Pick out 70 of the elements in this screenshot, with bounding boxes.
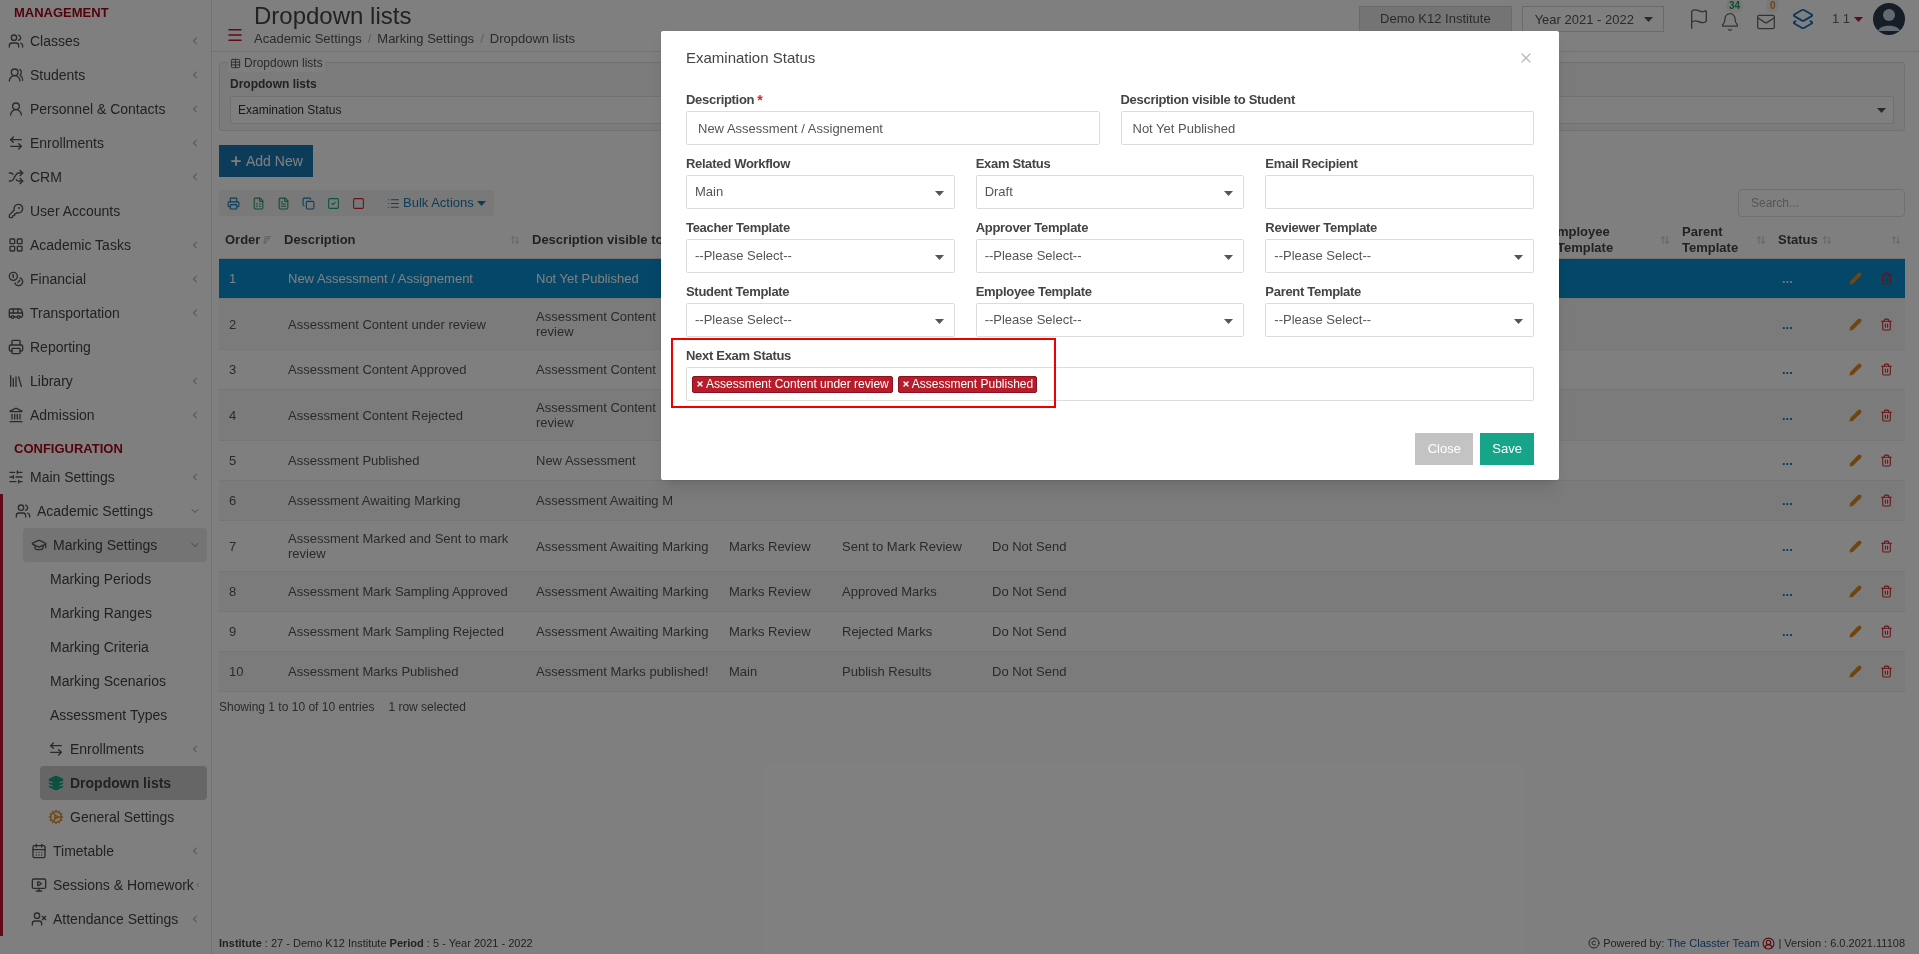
- table-cell: 4: [229, 407, 237, 423]
- field-label: Exam Status: [975, 155, 1051, 174]
- table-cell: Assessment Content Rejected: [288, 407, 463, 423]
- table-cell: Assessment Marks Published: [288, 664, 459, 679]
- table-cell: Do Not Send: [992, 664, 1067, 679]
- table-cell: Rejected Marks: [842, 624, 933, 639]
- table-cell: Publish Results: [842, 664, 932, 679]
- table-cell-text: Assessment Marked and Sent to mark review: [288, 531, 510, 561]
- field-label: Approver Template: [975, 219, 1089, 238]
- field-label: Description: [686, 91, 755, 110]
- field-label: Related Workflow: [686, 155, 791, 174]
- table-cell: 6: [229, 493, 237, 508]
- table-cell: 3: [229, 362, 237, 377]
- table-cell: Assessment Content Approved: [288, 362, 467, 377]
- table-cell: New Assessment: [536, 453, 636, 468]
- breadcrumb-separator: /: [480, 30, 484, 48]
- field-label: Employee Template: [975, 283, 1092, 302]
- field-label: Reviewer Template: [1265, 219, 1378, 238]
- powered-by-text: Powered by:: [1603, 935, 1665, 951]
- breadcrumb-separator: /: [367, 30, 372, 48]
- table-cell: Assessment Awaiting Marking: [536, 584, 709, 599]
- table-cell: Assessment Content: [536, 362, 656, 377]
- table-cell: Assessment Content review: [536, 309, 656, 339]
- page-title: Dropdown lists: [254, 2, 413, 30]
- table-cell: 8: [229, 584, 237, 599]
- table-cell: 9: [229, 624, 237, 639]
- table-cell: Approved Marks: [842, 584, 937, 599]
- table-cell: Assessment Marks published!: [536, 664, 709, 679]
- field-label: Dropdown lists: [230, 76, 318, 93]
- table-cell: Assessment Mark Sampling Rejected: [288, 624, 505, 639]
- table-cell: 5: [229, 453, 237, 468]
- table-cell: 7: [229, 538, 237, 554]
- table-cell: New Assessment / Assignement: [288, 271, 473, 286]
- table-cell: Do Not Send: [992, 624, 1067, 639]
- version-text: | Version : 6.0.2021.11108: [1778, 935, 1905, 951]
- table-cell: Assessment Published: [288, 453, 420, 468]
- table-cell: Marks Review: [729, 624, 811, 639]
- table-cell: Do Not Send: [992, 584, 1067, 599]
- table-cell: 1: [229, 271, 237, 286]
- table-cell: Assessment Awaiting Marking: [288, 493, 461, 508]
- field-label: Teacher Template: [686, 219, 790, 238]
- table-cell: Assessment Content review: [536, 400, 656, 430]
- notification-badge: 34: [1725, 0, 1744, 13]
- message-badge: 0: [1765, 0, 1780, 13]
- table-cell: Assessment Mark Sampling Approved: [288, 584, 508, 599]
- table-cell: Assessment Awaiting M: [536, 493, 674, 508]
- table-cell: Do Not Send: [992, 538, 1067, 554]
- table-cell: Assessment Content under review: [288, 316, 486, 332]
- section-heading: MANAGEMENT: [13, 4, 110, 23]
- field-label: Email Recipient: [1265, 155, 1358, 174]
- field-label: Student Template: [686, 283, 790, 302]
- table-cell: Main: [729, 664, 758, 679]
- table-cell: 10: [229, 664, 244, 679]
- field-label: Next Exam Status: [686, 347, 792, 366]
- table-info: Showing 1 to 10 of 10 entries: [219, 699, 375, 716]
- panel-legend: Dropdown lists: [244, 54, 323, 72]
- table-cell: Sent to Mark Review: [842, 538, 962, 554]
- field-label: Parent Template: [1265, 283, 1361, 302]
- table-cell: Not Yet Published: [536, 271, 639, 286]
- table-cell: Marks Review: [729, 538, 811, 554]
- section-heading: CONFIGURATION: [13, 440, 124, 459]
- status-text: Institute : 27 - Demo K12 Institute Period : 5 - Year 2021 - 2022: [219, 935, 533, 951]
- table-cell: Assessment Awaiting Marking: [536, 624, 709, 639]
- table-cell: Marks Review: [729, 584, 811, 599]
- field-label: Description visible to Student: [1120, 91, 1295, 110]
- table-cell: Assessment Awaiting Marking: [536, 538, 709, 554]
- selection-info: 1 row selected: [388, 699, 466, 716]
- modal-title: Examination Status: [686, 47, 816, 68]
- required-mark: *: [757, 90, 763, 110]
- table-cell: 2: [229, 316, 237, 332]
